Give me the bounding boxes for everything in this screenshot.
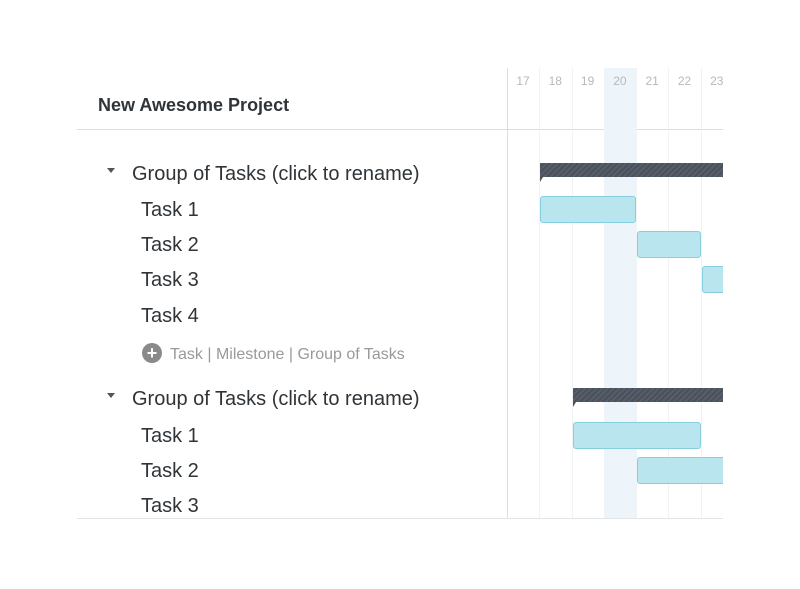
task-bar[interactable] [701, 266, 723, 293]
add-item-row[interactable]: + Task | Milestone | Group of Tasks [142, 340, 405, 370]
plus-icon[interactable]: + [142, 342, 162, 363]
task-row[interactable]: Task 2 [141, 230, 199, 260]
task-row[interactable]: Task 2 [141, 456, 199, 486]
day-label: 18 [548, 74, 562, 88]
task-row[interactable]: Task 1 [141, 421, 199, 451]
day-column [603, 68, 638, 518]
day-column [539, 68, 573, 518]
task-row[interactable]: Task 1 [141, 195, 199, 225]
group-label[interactable]: Group of Tasks (click to rename) [132, 388, 420, 410]
task-row[interactable]: Task 4 [141, 301, 199, 331]
task-bar[interactable] [637, 231, 701, 258]
day-label: 19 [580, 74, 595, 88]
day-column [669, 68, 702, 518]
day-column [507, 68, 541, 518]
task-row[interactable]: Task 3 [141, 265, 199, 295]
task-bar[interactable] [540, 196, 637, 223]
day-column [636, 68, 670, 518]
day-label: 21 [645, 74, 659, 88]
collapse-caret-icon[interactable] [107, 393, 115, 399]
day-label: 22 [677, 74, 692, 88]
group-label[interactable]: Group of Tasks (click to rename) [132, 163, 420, 185]
day-column [701, 68, 723, 518]
collapse-caret-icon[interactable] [107, 168, 115, 174]
day-label: 20 [613, 74, 627, 88]
task-bar[interactable] [637, 457, 723, 484]
day-column [572, 68, 605, 518]
day-label: 17 [516, 74, 530, 88]
timeline-grid: 17 18 19 20 21 22 23 [507, 68, 723, 518]
gantt-chart: New Awesome Project 17 18 19 20 21 22 23 Group… [77, 68, 723, 519]
task-row[interactable]: Task 3 [141, 491, 199, 518]
day-label: 23 [710, 74, 723, 88]
task-bar[interactable] [572, 422, 701, 449]
group-bar[interactable] [572, 388, 723, 407]
project-title[interactable]: New Awesome Project [98, 95, 289, 116]
group-bar[interactable] [540, 163, 723, 182]
group-row[interactable]: Group of Tasks (click to rename) [107, 159, 420, 189]
group-row[interactable]: Group of Tasks (click to rename) [107, 384, 420, 414]
add-item-options[interactable]: Task | Milestone | Group of Tasks [170, 346, 405, 363]
